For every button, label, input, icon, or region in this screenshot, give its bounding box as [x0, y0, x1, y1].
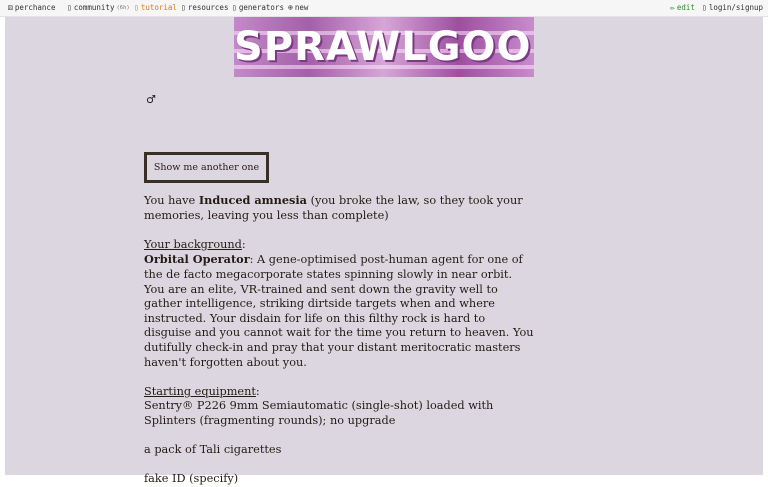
nav-community-label: community — [73, 3, 115, 12]
nav-generators[interactable]: ▯ generators — [232, 3, 284, 12]
nav-edit[interactable]: ✏ edit — [670, 3, 695, 12]
intro-prefix: You have — [144, 194, 199, 207]
nav-community[interactable]: ▯ community (6h) — [67, 3, 130, 12]
nav-tutorial-label: tutorial — [140, 3, 177, 12]
nav-resources-label: resources — [187, 3, 229, 12]
nav-login[interactable]: ▯ login/signup — [702, 3, 763, 12]
background-paragraph: Orbital Operator: A gene-optimised post-… — [144, 252, 534, 370]
book-icon: ▯ — [134, 2, 139, 12]
chat-icon: ▯ — [67, 2, 72, 12]
equipment-heading-colon: : — [255, 384, 260, 398]
nav-new[interactable]: ⊕ new — [288, 3, 308, 12]
equipment-heading: Starting equipment — [144, 384, 256, 398]
male-symbol: ♂ — [146, 93, 156, 106]
generator-page: SPRAWLGOONS ♂ Show me another one You ha… — [5, 17, 763, 485]
banner-image: SPRAWLGOONS — [234, 17, 534, 77]
dice-icon: ⚄ — [8, 2, 13, 12]
background-heading: Your background — [144, 237, 242, 251]
nav-perchance-label: perchance — [14, 3, 56, 12]
community-count: (6h) — [116, 4, 130, 11]
nav-resources[interactable]: ▯ resources — [181, 3, 228, 12]
background-heading-line: Your background: — [144, 238, 534, 253]
equipment-item: Sentry® P226 9mm Semiautomatic (single-s… — [144, 399, 494, 427]
user-icon: ▯ — [702, 2, 707, 12]
equipment-heading-line: Starting equipment: — [144, 385, 534, 400]
nav-new-label: new — [294, 3, 309, 12]
generator-output: You have Induced amnesia (you broke the … — [144, 193, 534, 487]
resources-icon: ▯ — [181, 2, 186, 12]
background-text: : A gene-optimised post-human agent for … — [144, 253, 534, 369]
nav-generators-label: generators — [238, 3, 284, 12]
plus-circle-icon: ⊕ — [288, 2, 293, 12]
nav-edit-label: edit — [676, 3, 695, 12]
background-heading-colon: : — [241, 237, 246, 251]
nav-perchance[interactable]: ⚄ perchance — [8, 3, 55, 12]
condition-name: Induced amnesia — [198, 193, 307, 207]
background-title: Orbital Operator — [144, 252, 250, 267]
pencil-icon: ✏ — [670, 2, 675, 12]
banner-title: SPRAWLGOONS — [234, 24, 534, 70]
nav-login-label: login/signup — [708, 3, 764, 12]
show-another-button[interactable]: Show me another one — [144, 152, 269, 183]
amnesia-line: You have Induced amnesia (you broke the … — [144, 193, 534, 223]
equipment-item: a pack of Tali cigarettes — [144, 443, 282, 457]
generators-icon: ▯ — [232, 2, 237, 12]
nav-tutorial[interactable]: ▯ tutorial — [134, 3, 177, 12]
top-nav-bar: ⚄ perchance ▯ community (6h) ▯ tutorial … — [0, 0, 768, 17]
